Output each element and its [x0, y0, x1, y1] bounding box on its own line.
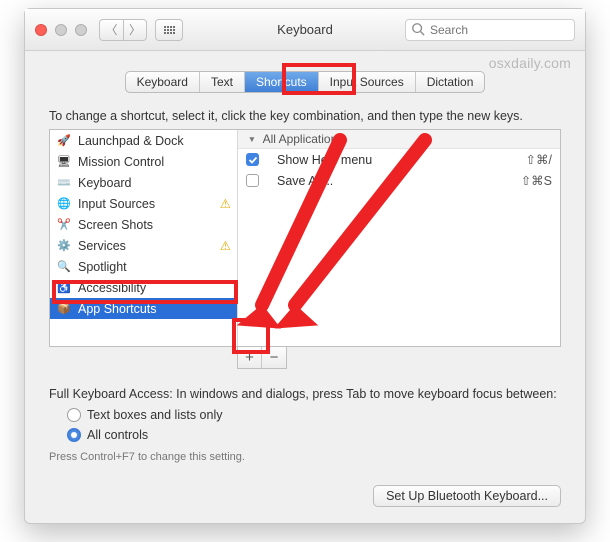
input-sources-icon: 🌐 [56, 196, 72, 212]
sidebar-item-accessibility[interactable]: ♿ Accessibility [50, 277, 237, 298]
forward-button[interactable]: 〉 [123, 19, 147, 41]
grid-icon [164, 26, 175, 34]
app-shortcuts-icon: 📦 [56, 301, 72, 317]
tab-keyboard[interactable]: Keyboard [126, 72, 200, 92]
search-icon [411, 22, 425, 39]
add-remove-buttons: + − [237, 347, 287, 369]
shortcut-row[interactable]: Show Help menu⇧⌘/ [238, 149, 560, 170]
sidebar-item-label: Services [78, 239, 126, 253]
sidebar-item-input-sources[interactable]: 🌐 Input Sources ⚠ [50, 193, 237, 214]
sidebar-item-services[interactable]: ⚙️ Services ⚠ [50, 235, 237, 256]
shortcut-checkbox[interactable] [246, 153, 259, 166]
tab-shortcuts[interactable]: Shortcuts [245, 72, 319, 92]
accessibility-icon: ♿ [56, 280, 72, 296]
shortcut-label: Show Help menu [277, 153, 526, 167]
radio-label: All controls [87, 428, 148, 442]
radio-option[interactable]: Text boxes and lists only [67, 405, 561, 425]
shortcut-keys[interactable]: ⇧⌘/ [526, 152, 552, 167]
remove-button[interactable]: − [262, 347, 286, 368]
chevron-right-icon: 〉 [129, 21, 141, 38]
sidebar-item-label: Mission Control [78, 155, 164, 169]
sidebar-item-spotlight[interactable]: 🔍 Spotlight [50, 256, 237, 277]
minimize-icon [55, 24, 67, 36]
shortcut-row[interactable]: Save As...⇧⌘S [238, 170, 560, 191]
tab-input-sources[interactable]: Input Sources [319, 72, 416, 92]
show-all-button[interactable] [155, 19, 183, 41]
fine-print: Press Control+F7 to change this setting. [49, 451, 561, 463]
warning-icon: ⚠ [220, 196, 231, 211]
titlebar: 〈 〉 Keyboard [25, 9, 585, 51]
services-icon: ⚙️ [56, 238, 72, 254]
sidebar-item-app-shortcuts[interactable]: 📦 App Shortcuts [50, 298, 237, 319]
zoom-icon [75, 24, 87, 36]
radio-button[interactable] [67, 408, 81, 422]
mission-control-icon: 🖥 [56, 154, 72, 170]
keyboard-access-description: Full Keyboard Access: In windows and dia… [49, 387, 561, 401]
sidebar-item-launchpad-dock[interactable]: 🚀 Launchpad & Dock [50, 130, 237, 151]
sidebar-item-label: Spotlight [78, 260, 127, 274]
sidebar-item-label: Launchpad & Dock [78, 134, 184, 148]
add-button[interactable]: + [238, 347, 262, 368]
sidebar-item-keyboard[interactable]: ⌨️ Keyboard [50, 172, 237, 193]
radio-option[interactable]: All controls [67, 425, 561, 445]
disclosure-triangle-icon: ▼ [248, 134, 256, 144]
keyboard-icon: ⌨️ [56, 175, 72, 191]
tab-dictation[interactable]: Dictation [416, 72, 485, 92]
plus-icon: + [245, 349, 254, 366]
shortcut-keys[interactable]: ⇧⌘S [521, 173, 552, 188]
shortcuts-list: ▼ All Applications Show Help menu⇧⌘/Save… [238, 130, 560, 346]
content-area: To change a shortcut, select it, click t… [49, 109, 561, 523]
sidebar-item-mission-control[interactable]: 🖥 Mission Control [50, 151, 237, 172]
search-wrap [405, 19, 575, 41]
segmented-control: KeyboardTextShortcutsInput SourcesDictat… [125, 71, 486, 93]
minus-icon: − [270, 349, 279, 366]
sidebar-item-screen-shots[interactable]: ✂️ Screen Shots [50, 214, 237, 235]
sidebar-item-label: Input Sources [78, 197, 155, 211]
group-header-label: All Applications [263, 132, 344, 146]
bluetooth-keyboard-label: Set Up Bluetooth Keyboard... [386, 489, 548, 503]
launchpad-dock-icon: 🚀 [56, 133, 72, 149]
tab-row: KeyboardTextShortcutsInput SourcesDictat… [25, 71, 585, 93]
shortcut-label: Save As... [277, 174, 521, 188]
shortcuts-panel: 🚀 Launchpad & Dock 🖥 Mission Control ⌨️ Keybo… [49, 129, 561, 347]
keyboard-access-section: Full Keyboard Access: In windows and dia… [49, 387, 561, 463]
radio-label: Text boxes and lists only [87, 408, 223, 422]
sidebar-item-label: Screen Shots [78, 218, 153, 232]
tab-text[interactable]: Text [200, 72, 245, 92]
search-input[interactable] [405, 19, 575, 41]
category-sidebar: 🚀 Launchpad & Dock 🖥 Mission Control ⌨️ Keybo… [50, 130, 238, 346]
sidebar-item-label: Accessibility [78, 281, 146, 295]
warning-icon: ⚠ [220, 238, 231, 253]
group-header[interactable]: ▼ All Applications [238, 130, 560, 149]
close-icon[interactable] [35, 24, 47, 36]
radio-button[interactable] [67, 428, 81, 442]
spotlight-icon: 🔍 [56, 259, 72, 275]
nav-buttons: 〈 〉 [99, 19, 147, 41]
preferences-window: 〈 〉 Keyboard osxdaily.com KeyboardTextSh… [24, 8, 586, 524]
screen-shots-icon: ✂️ [56, 217, 72, 233]
back-button[interactable]: 〈 [99, 19, 123, 41]
chevron-left-icon: 〈 [105, 21, 117, 38]
sidebar-item-label: App Shortcuts [78, 302, 157, 316]
hint-text: To change a shortcut, select it, click t… [49, 109, 561, 123]
shortcut-checkbox[interactable] [246, 174, 259, 187]
sidebar-item-label: Keyboard [78, 176, 132, 190]
watermark: osxdaily.com [489, 55, 571, 71]
traffic-lights [35, 24, 87, 36]
bluetooth-keyboard-button[interactable]: Set Up Bluetooth Keyboard... [373, 485, 561, 507]
